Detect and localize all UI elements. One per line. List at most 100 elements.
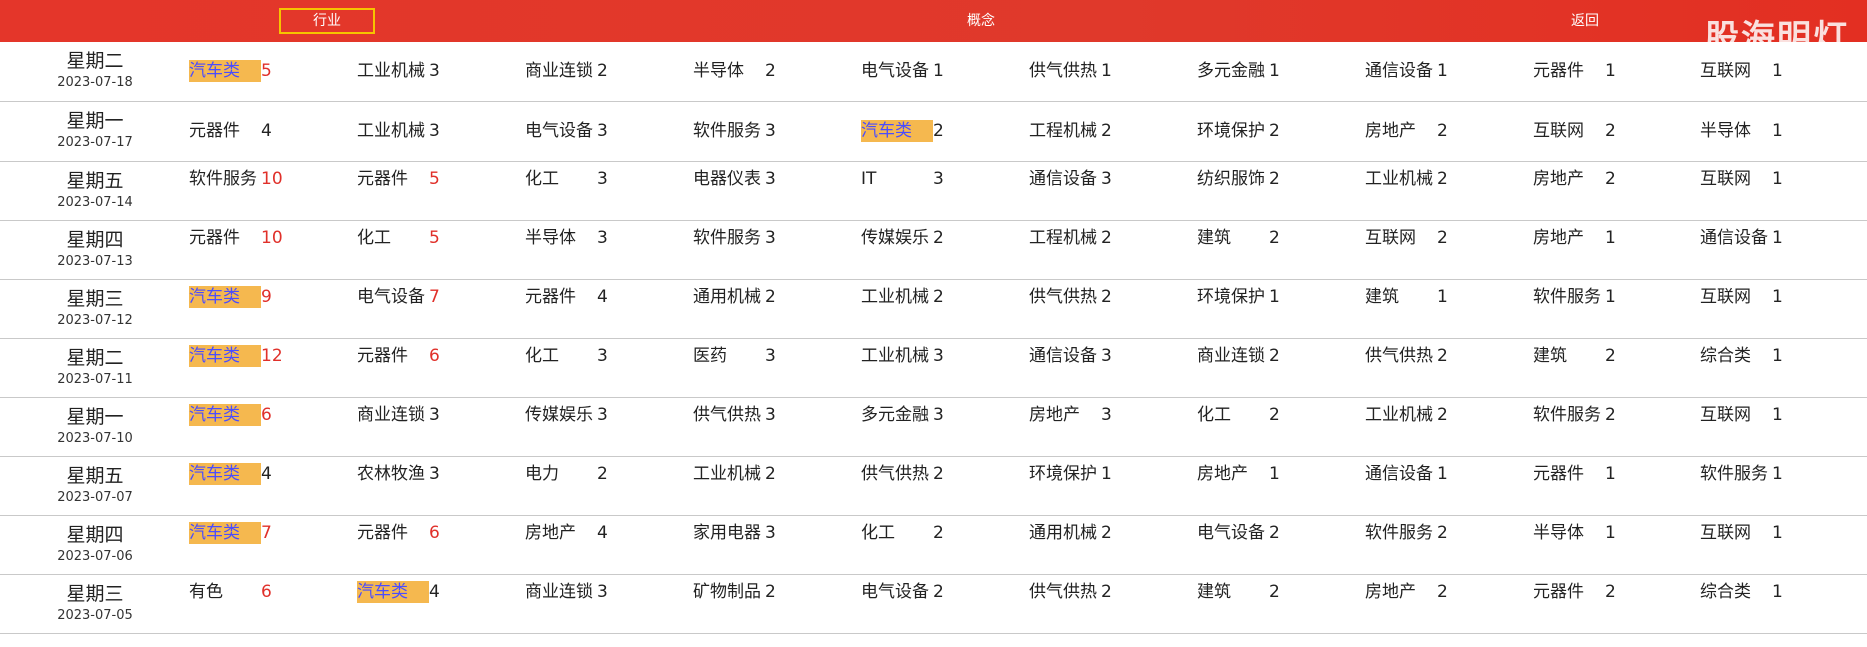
sector-item[interactable]: 半导体 1 [1533,522,1625,544]
sector-item[interactable]: 汽车类 5 [189,60,281,82]
sector-item[interactable]: 汽车类 12 [189,345,283,367]
sector-item[interactable]: 电器仪表 3 [693,168,785,190]
sector-item[interactable]: 医药 3 [693,345,785,367]
sector-item[interactable]: 供气供热 2 [1029,581,1121,603]
sector-item[interactable]: 汽车类 2 [861,120,953,142]
sector-item[interactable]: 商业连锁 3 [357,404,449,426]
sector-item[interactable]: 元器件 2 [1533,581,1625,603]
sector-item[interactable]: 软件服务 1 [1533,286,1625,308]
sector-item[interactable]: 互联网 1 [1700,60,1792,82]
sector-item[interactable]: 汽车类 7 [189,522,281,544]
sector-item[interactable]: 通信设备 1 [1365,463,1457,485]
sector-item[interactable]: 通用机械 2 [1029,522,1121,544]
sector-item[interactable]: 工程机械 2 [1029,120,1121,142]
sector-item[interactable]: 工业机械 3 [357,60,449,82]
sector-item[interactable]: 电气设备 2 [861,581,953,603]
sector-item[interactable]: 化工 2 [1197,404,1289,426]
sector-item[interactable]: 工业机械 2 [1365,168,1457,190]
sector-item[interactable]: 软件服务 10 [189,168,283,190]
sector-item[interactable]: 化工 3 [525,168,617,190]
sector-item[interactable]: 化工 2 [861,522,953,544]
sector-item[interactable]: 房地产 2 [1365,581,1457,603]
sector-item[interactable]: 房地产 4 [525,522,617,544]
sector-item[interactable]: 纺织服饰 2 [1197,168,1289,190]
sector-item[interactable]: 综合类 1 [1700,581,1792,603]
sector-item[interactable]: 传媒娱乐 2 [861,227,953,249]
sector-item[interactable]: 电力 2 [525,463,617,485]
sector-item[interactable]: 建筑 2 [1197,581,1289,603]
sector-item[interactable]: 工业机械 2 [861,286,953,308]
sector-item[interactable]: 供气供热 3 [693,404,785,426]
sector-item[interactable]: 化工 5 [357,227,449,249]
sector-item[interactable]: IT 3 [861,168,953,190]
sector-item[interactable]: 半导体 1 [1700,120,1792,142]
sector-item[interactable]: 多元金融 1 [1197,60,1289,82]
sector-item[interactable]: 房地产 1 [1533,227,1625,249]
sector-item[interactable]: 建筑 2 [1197,227,1289,249]
sector-item[interactable]: 软件服务 2 [1533,404,1625,426]
sector-item[interactable]: 供气供热 2 [861,463,953,485]
tab-industry[interactable]: 行业 [279,8,375,34]
sector-item[interactable]: 综合类 1 [1700,345,1792,367]
sector-item[interactable]: 互联网 2 [1365,227,1457,249]
sector-item[interactable]: 家用电器 3 [693,522,785,544]
sector-item[interactable]: 软件服务 2 [1365,522,1457,544]
sector-item[interactable]: 元器件 4 [525,286,617,308]
sector-item[interactable]: 元器件 1 [1533,60,1625,82]
sector-item[interactable]: 元器件 6 [357,345,449,367]
sector-item[interactable]: 环境保护 1 [1029,463,1121,485]
sector-item[interactable]: 电气设备 2 [1197,522,1289,544]
sector-item[interactable]: 通信设备 1 [1365,60,1457,82]
sector-item[interactable]: 汽车类 6 [189,404,281,426]
sector-item[interactable]: 农林牧渔 3 [357,463,449,485]
sector-item[interactable]: 软件服务 1 [1700,463,1792,485]
sector-item[interactable]: 房地产 3 [1029,404,1121,426]
sector-item[interactable]: 电气设备 7 [357,286,449,308]
sector-item[interactable]: 互联网 1 [1700,404,1792,426]
sector-item[interactable]: 元器件 4 [189,120,281,142]
sector-item[interactable]: 互联网 1 [1700,522,1792,544]
sector-item[interactable]: 供气供热 2 [1029,286,1121,308]
sector-item[interactable]: 建筑 1 [1365,286,1457,308]
sector-item[interactable]: 软件服务 3 [693,227,785,249]
sector-item[interactable]: 商业连锁 3 [525,581,617,603]
sector-item[interactable]: 环境保护 1 [1197,286,1289,308]
sector-item[interactable]: 有色 6 [189,581,281,603]
sector-item[interactable]: 供气供热 1 [1029,60,1121,82]
back-button[interactable]: 返回 [1535,8,1635,34]
sector-item[interactable]: 互联网 1 [1700,286,1792,308]
sector-item[interactable]: 工业机械 2 [1365,404,1457,426]
sector-item[interactable]: 传媒娱乐 3 [525,404,617,426]
sector-item[interactable]: 商业连锁 2 [1197,345,1289,367]
sector-item[interactable]: 元器件 1 [1533,463,1625,485]
sector-item[interactable]: 化工 3 [525,345,617,367]
sector-item[interactable]: 供气供热 2 [1365,345,1457,367]
sector-item[interactable]: 电气设备 3 [525,120,617,142]
sector-item[interactable]: 汽车类 4 [189,463,281,485]
sector-item[interactable]: 商业连锁 2 [525,60,617,82]
sector-item[interactable]: 通信设备 3 [1029,345,1121,367]
sector-item[interactable]: 软件服务 3 [693,120,785,142]
sector-item[interactable]: 元器件 5 [357,168,449,190]
sector-item[interactable]: 工业机械 3 [861,345,953,367]
sector-item[interactable]: 房地产 2 [1365,120,1457,142]
sector-item[interactable]: 汽车类 4 [357,581,449,603]
sector-item[interactable]: 通信设备 1 [1700,227,1792,249]
sector-item[interactable]: 汽车类 9 [189,286,281,308]
sector-item[interactable]: 互联网 2 [1533,120,1625,142]
sector-item[interactable]: 工业机械 2 [693,463,785,485]
sector-item[interactable]: 通信设备 3 [1029,168,1121,190]
sector-item[interactable]: 元器件 6 [357,522,449,544]
sector-item[interactable]: 建筑 2 [1533,345,1625,367]
sector-item[interactable]: 半导体 2 [693,60,785,82]
sector-item[interactable]: 半导体 3 [525,227,617,249]
sector-item[interactable]: 房地产 1 [1197,463,1289,485]
sector-item[interactable]: 环境保护 2 [1197,120,1289,142]
sector-item[interactable]: 矿物制品 2 [693,581,785,603]
sector-item[interactable]: 多元金融 3 [861,404,953,426]
sector-item[interactable]: 电气设备 1 [861,60,953,82]
sector-item[interactable]: 工业机械 3 [357,120,449,142]
sector-item[interactable]: 通用机械 2 [693,286,785,308]
sector-item[interactable]: 房地产 2 [1533,168,1625,190]
sector-item[interactable]: 互联网 1 [1700,168,1792,190]
